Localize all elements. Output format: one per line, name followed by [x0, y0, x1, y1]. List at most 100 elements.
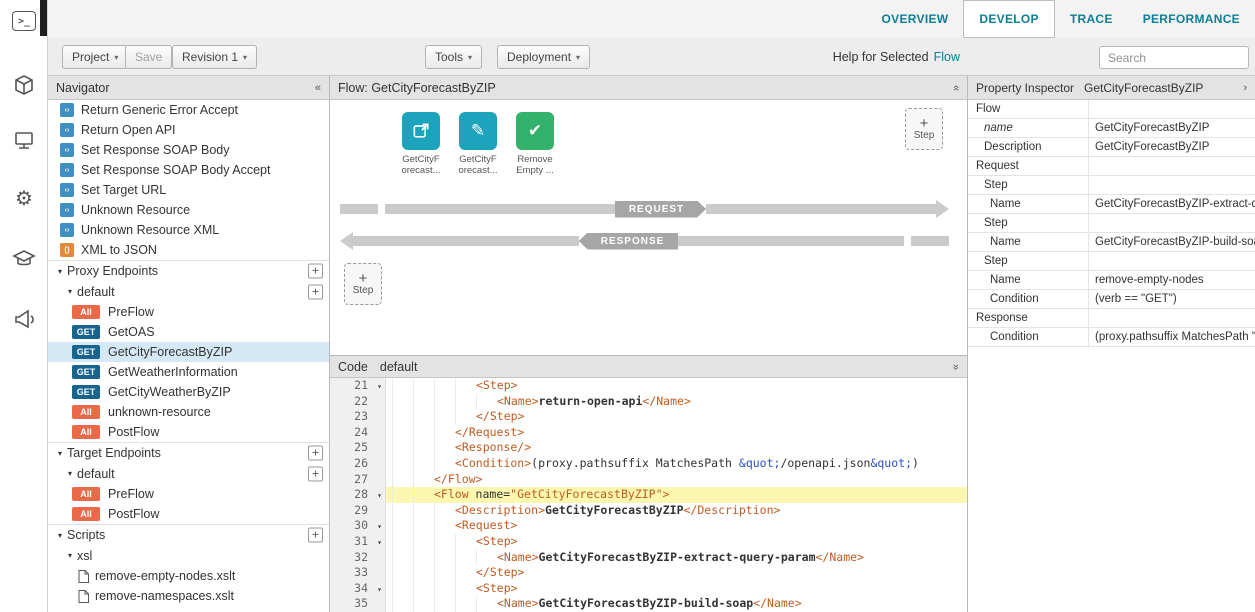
search-input[interactable] [1099, 46, 1249, 69]
inspector-row-name[interactable]: nameGetCityForecastByZIP [968, 119, 1255, 138]
add-proxy-endpoint-button[interactable]: + [308, 264, 323, 279]
line-number[interactable]: 33 [330, 565, 386, 581]
proxy-endpoint-default[interactable]: ▾ default + [48, 281, 329, 302]
deployment-button[interactable]: Deployment ▾ [497, 45, 590, 69]
code-text[interactable]: <Step> [386, 534, 967, 550]
code-text[interactable]: <Response/> [386, 440, 967, 456]
code-text[interactable]: <Name>GetCityForecastByZIP-extract-query… [386, 550, 967, 566]
code-tab-default[interactable]: default [380, 360, 418, 374]
inspector-row-condition[interactable]: Condition(verb == "GET") [968, 290, 1255, 309]
target-flow-preflow[interactable]: AllPreFlow [48, 484, 329, 504]
section-proxy-endpoints[interactable]: ▾ Proxy Endpoints + [48, 260, 329, 281]
code-text[interactable]: <Description>GetCityForecastByZIP</Descr… [386, 503, 967, 519]
settings-gears-icon[interactable]: ⚙ [11, 186, 37, 212]
policy-item[interactable]: ‹›Set Response SOAP Body Accept [48, 160, 329, 180]
policy-item[interactable]: ‹›Set Target URL [48, 180, 329, 200]
code-line[interactable]: 22<Name>return-open-api</Name> [330, 394, 967, 410]
line-number[interactable]: 35 [330, 596, 386, 612]
flow-item-getcityforecastbyzip[interactable]: GETGetCityForecastByZIP [48, 342, 329, 362]
collapse-down-icon[interactable]: « [950, 363, 962, 369]
flow-step-3[interactable]: ✔ Remove Empty ... [508, 112, 562, 177]
line-number[interactable]: 30▾ [330, 518, 386, 534]
code-text[interactable]: </Request> [386, 425, 967, 441]
flow-step-2[interactable]: ✎ GetCityF orecast... [451, 112, 505, 177]
code-line[interactable]: 21▾<Step> [330, 378, 967, 394]
inspector-value[interactable]: GetCityForecastByZIP [1088, 119, 1255, 137]
project-button[interactable]: Project ▾ [62, 45, 128, 69]
add-target-endpoint-button[interactable]: + [308, 446, 323, 461]
code-line[interactable]: 33</Step> [330, 565, 967, 581]
policy-item[interactable]: {}XML to JSON [48, 240, 329, 260]
inspector-row-description[interactable]: DescriptionGetCityForecastByZIP [968, 138, 1255, 157]
target-flow-postflow[interactable]: AllPostFlow [48, 504, 329, 524]
flow-item-getcityweatherbyzip[interactable]: GETGetCityWeatherByZIP [48, 382, 329, 402]
policy-item[interactable]: ‹›Unknown Resource XML [48, 220, 329, 240]
flow-item-postflow[interactable]: AllPostFlow [48, 422, 329, 442]
code-line[interactable]: 30▾<Request> [330, 518, 967, 534]
line-number[interactable]: 21▾ [330, 378, 386, 394]
revision-button[interactable]: Revision 1 ▾ [172, 45, 257, 69]
megaphone-icon[interactable] [11, 306, 37, 332]
inspector-row-step-name[interactable]: NameGetCityForecastByZIP-extract-qu [968, 195, 1255, 214]
policy-item[interactable]: ‹›Set Response SOAP Body [48, 140, 329, 160]
workstation-icon[interactable] [11, 128, 37, 154]
code-text[interactable]: <Flow name="GetCityForecastByZIP"> [386, 487, 967, 503]
tab-trace[interactable]: TRACE [1055, 0, 1128, 38]
line-number[interactable]: 32 [330, 550, 386, 566]
flow-item-getoas[interactable]: GETGetOAS [48, 322, 329, 342]
code-line[interactable]: 23</Step> [330, 409, 967, 425]
section-scripts[interactable]: ▾ Scripts + [48, 524, 329, 545]
tools-button[interactable]: Tools ▾ [425, 45, 482, 69]
code-line[interactable]: 29<Description>GetCityForecastByZIP</Des… [330, 503, 967, 519]
line-number[interactable]: 29 [330, 503, 386, 519]
code-text[interactable]: </Flow> [386, 472, 967, 488]
code-lines[interactable]: 21▾<Step>22<Name>return-open-api</Name>2… [330, 378, 967, 612]
code-line[interactable]: 31▾<Step> [330, 534, 967, 550]
terminal-icon[interactable]: >_ [11, 8, 37, 34]
add-flow-button[interactable]: + [308, 466, 323, 481]
code-text[interactable]: <Step> [386, 581, 967, 597]
add-step-button-response[interactable]: + Step [344, 263, 382, 305]
code-line[interactable]: 27</Flow> [330, 472, 967, 488]
fold-arrow-icon[interactable]: ▾ [377, 535, 382, 551]
inspector-value[interactable]: remove-empty-nodes [1088, 271, 1255, 289]
code-text[interactable]: <Step> [386, 378, 967, 394]
inspector-value[interactable]: (proxy.pathsuffix MatchesPath "/c [1088, 328, 1255, 346]
expand-right-icon[interactable]: › [1243, 82, 1247, 94]
tab-develop[interactable]: DEVELOP [963, 0, 1054, 38]
line-number[interactable]: 26 [330, 456, 386, 472]
fold-arrow-icon[interactable]: ▾ [377, 582, 382, 598]
code-line[interactable]: 25<Response/> [330, 440, 967, 456]
inspector-value[interactable]: GetCityForecastByZIP-build-soap [1088, 233, 1255, 251]
scripts-group-xsl[interactable]: ▾ xsl [48, 545, 329, 566]
graduation-cap-icon[interactable] [11, 246, 37, 272]
inspector-row-step-name[interactable]: Nameremove-empty-nodes [968, 271, 1255, 290]
fold-arrow-icon[interactable]: ▾ [377, 488, 382, 504]
policy-item[interactable]: ‹›Unknown Resource [48, 200, 329, 220]
script-file-remove-namespaces[interactable]: remove-namespaces.xslt [48, 586, 329, 606]
add-flow-button[interactable]: + [308, 284, 323, 299]
package-icon[interactable] [11, 72, 37, 98]
add-step-button-request[interactable]: + Step [905, 108, 943, 150]
line-number[interactable]: 24 [330, 425, 386, 441]
help-flow-link[interactable]: Flow [934, 50, 960, 64]
code-text[interactable]: </Step> [386, 565, 967, 581]
code-line[interactable]: 32<Name>GetCityForecastByZIP-extract-que… [330, 550, 967, 566]
line-number[interactable]: 22 [330, 394, 386, 410]
flow-item-preflow[interactable]: AllPreFlow [48, 302, 329, 322]
policy-item[interactable]: ‹›Return Open API [48, 120, 329, 140]
line-number[interactable]: 34▾ [330, 581, 386, 597]
script-file-remove-empty-nodes[interactable]: remove-empty-nodes.xslt [48, 566, 329, 586]
inspector-row-step-name[interactable]: NameGetCityForecastByZIP-build-soap [968, 233, 1255, 252]
code-text[interactable]: </Step> [386, 409, 967, 425]
line-number[interactable]: 27 [330, 472, 386, 488]
code-text[interactable]: <Name>return-open-api</Name> [386, 394, 967, 410]
collapse-up-icon[interactable]: « [950, 84, 962, 90]
code-text[interactable]: <Request> [386, 518, 967, 534]
code-line[interactable]: 26<Condition>(proxy.pathsuffix MatchesPa… [330, 456, 967, 472]
code-line[interactable]: 35<Name>GetCityForecastByZIP-build-soap<… [330, 596, 967, 612]
flow-item-getweatherinformation[interactable]: GETGetWeatherInformation [48, 362, 329, 382]
inspector-row-condition[interactable]: Condition(proxy.pathsuffix MatchesPath "… [968, 328, 1255, 347]
line-number[interactable]: 28▾ [330, 487, 386, 503]
line-number[interactable]: 31▾ [330, 534, 386, 550]
